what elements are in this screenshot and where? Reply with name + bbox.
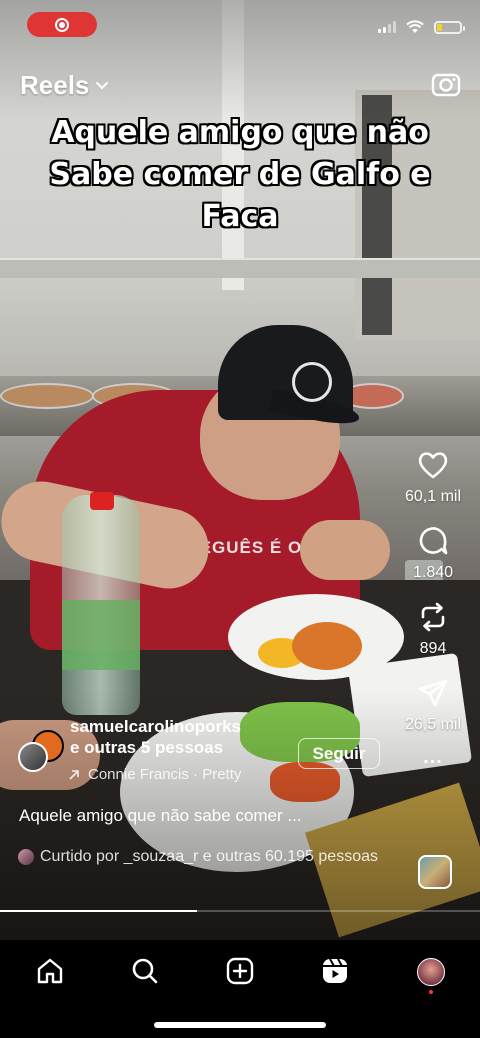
video-progress-bar[interactable] [0,910,480,912]
comment-icon [419,527,448,555]
audio-thumbnail[interactable] [418,855,452,889]
repost-count: 894 [419,640,447,657]
screen-recording-indicator[interactable] [27,12,97,37]
liked-by-text: Curtido por _souzaa_r e outras 60.195 pe… [40,848,378,865]
create-icon [226,957,254,985]
record-icon [55,17,69,32]
scene-bottle-cap [90,492,114,510]
wifi-icon [406,20,424,33]
tab-search[interactable] [130,956,160,986]
chevron-down-icon [96,81,109,89]
progress-fill [0,910,197,912]
audio-attribution[interactable]: Connie Francis · Pretty [68,766,288,783]
status-icons [378,20,465,34]
scene-bottle-label [62,600,140,670]
like-count: 60,1 mil [404,488,462,505]
action-rail: 60,1 mil 1.840 894 26,5 mil ... [394,448,472,769]
scene-cap-logo [292,362,332,402]
reels-screen: FREGUÊS É O Reels Aquele amigo que não S… [0,0,480,1038]
tab-create[interactable] [225,956,255,986]
like-button[interactable]: 60,1 mil [405,448,461,506]
reels-header[interactable]: Reels [20,70,109,101]
author-names[interactable]: samuelcarolinoporks e outras 5 pessoas [70,716,241,759]
liked-by[interactable]: Curtido por _souzaa_r e outras 60.195 pe… [18,846,388,867]
more-options-button[interactable]: ... [423,746,443,769]
send-icon [418,679,448,707]
avatar [18,742,48,772]
tab-reels[interactable] [320,956,350,986]
scene-counter [0,258,480,278]
repost-icon [421,602,445,632]
cellular-signal-icon [378,21,396,33]
collab-avatars[interactable] [18,716,66,774]
notification-dot [429,990,433,994]
scene-arm [300,520,390,580]
heart-icon [418,452,448,479]
author-username[interactable]: samuelcarolinoporks [70,716,241,737]
audio-track-name: Connie Francis · Pretty [88,766,242,783]
reel-description[interactable]: Aquele amigo que não sabe comer ... [19,806,302,826]
reels-icon [323,958,347,983]
caption-line: Sabe comer de Galfo e [49,157,431,192]
page-title: Reels [20,70,90,100]
video-caption-overlay: Aquele amigo que não Sabe comer de Galfo… [30,112,450,238]
home-icon [37,958,63,984]
scene-rice [292,622,362,670]
tab-profile-avatar[interactable] [417,958,445,986]
comment-count: 1.840 [412,564,454,581]
tab-home[interactable] [35,956,65,986]
repost-button[interactable]: 894 [416,600,450,658]
avatar [18,849,34,865]
share-count: 26,5 mil [404,716,462,733]
caption-line: Faca [201,199,279,234]
author-collaborators[interactable]: e outras 5 pessoas [70,737,241,759]
share-button[interactable]: 26,5 mil [405,676,461,734]
scene-pan [0,383,94,409]
home-indicator[interactable] [154,1022,326,1028]
search-icon [132,958,158,984]
follow-button[interactable]: Seguir [298,738,380,769]
comment-button[interactable]: 1.840 [413,524,453,582]
battery-icon [434,20,465,34]
caption-line: Aquele amigo que não [51,115,429,150]
camera-icon[interactable] [430,68,462,100]
arrow-up-right-icon [69,769,79,780]
